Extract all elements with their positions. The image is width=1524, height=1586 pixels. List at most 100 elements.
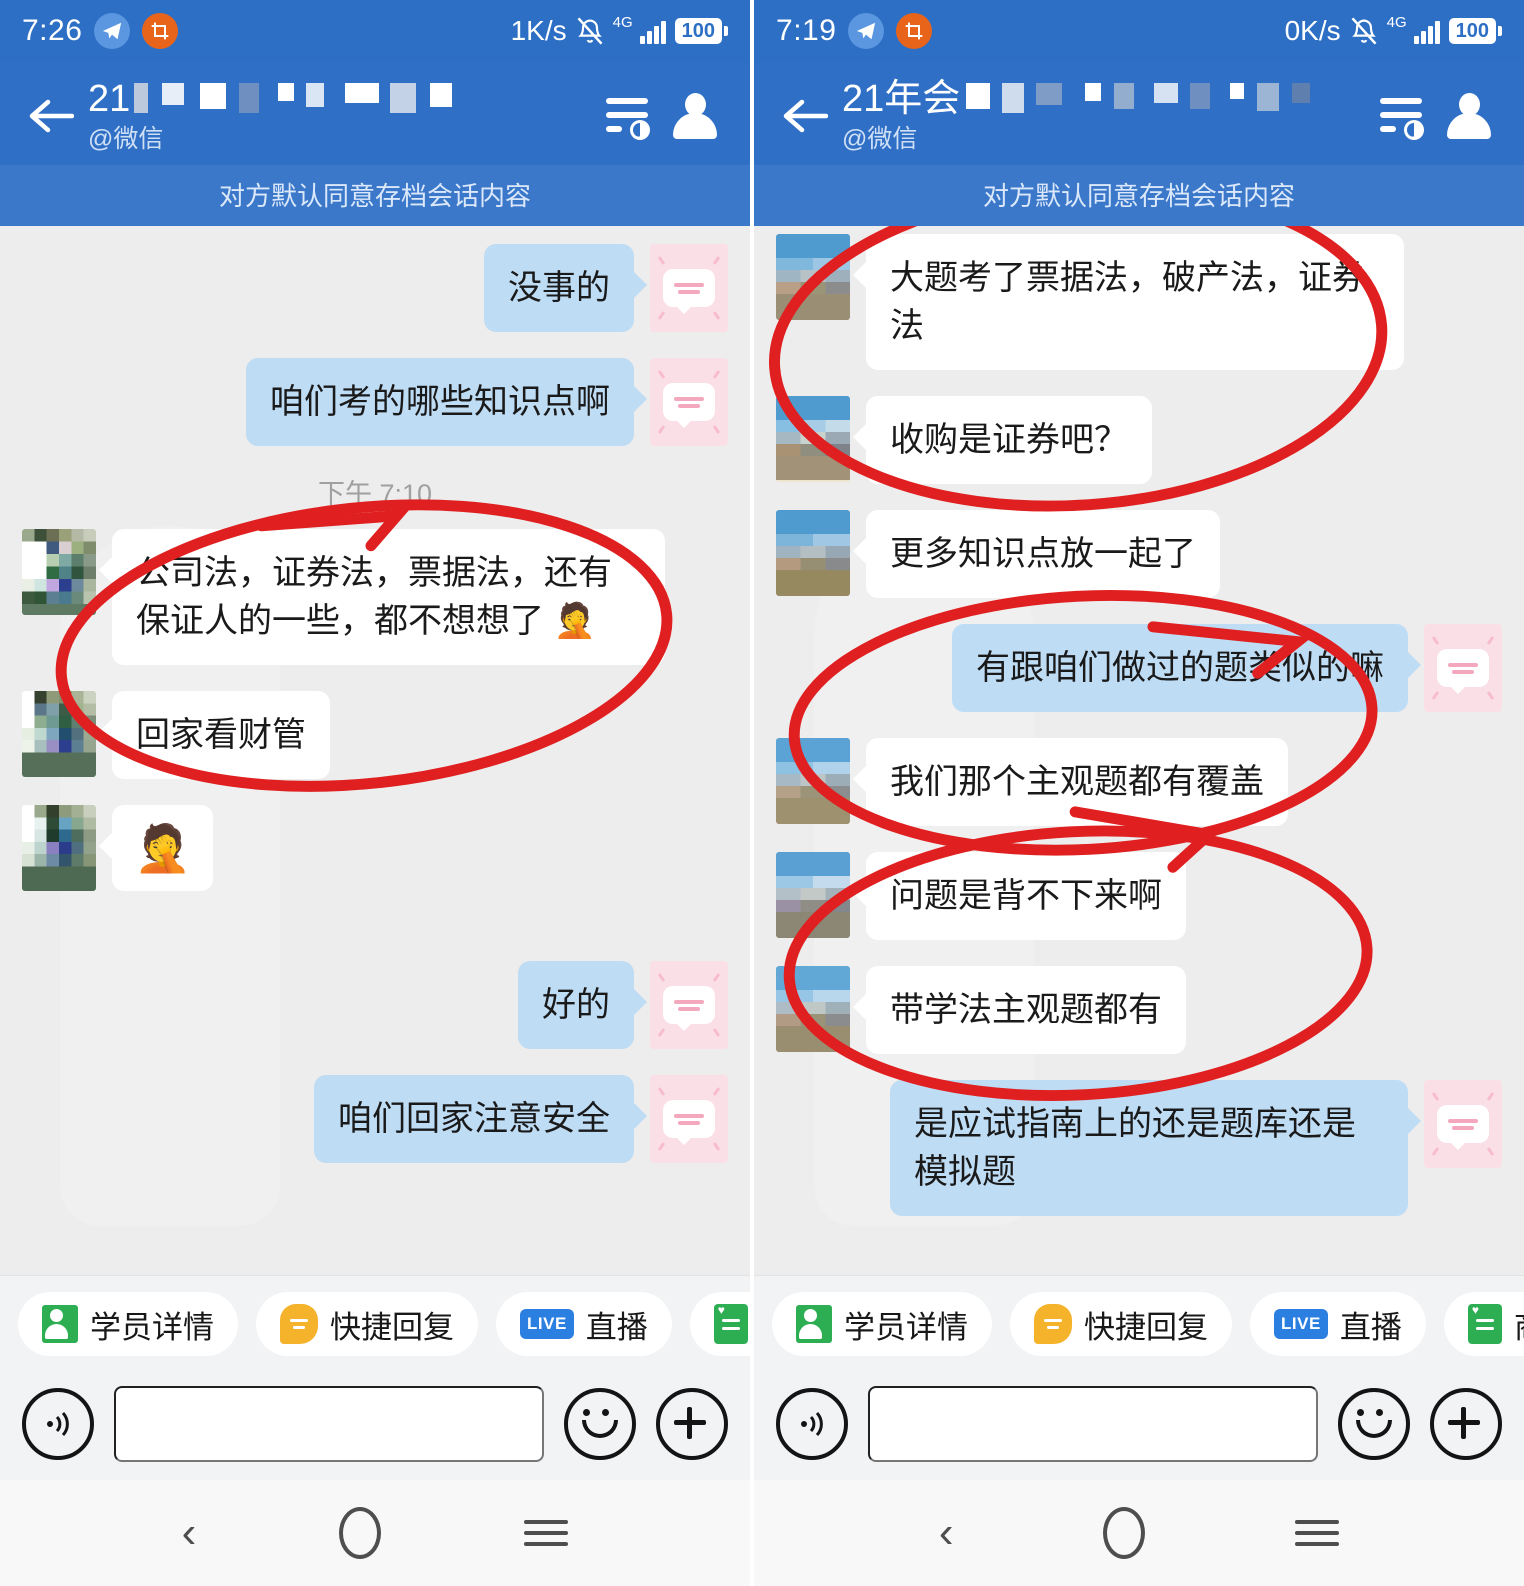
message-bubble-outgoing[interactable]: 咱们考的哪些知识点啊: [246, 358, 648, 446]
avatar: [650, 358, 729, 446]
avatar[interactable]: [22, 529, 96, 615]
system-nav-bar-left: ‹: [0, 1480, 751, 1586]
page-title-text: 21: [88, 78, 131, 120]
quick-action-student-details[interactable]: 学员详情: [772, 1292, 993, 1356]
message-input[interactable]: [868, 1386, 1318, 1462]
emoji-button[interactable]: [1338, 1388, 1410, 1460]
message-bubble-incoming[interactable]: 我们那个主观题都有覆盖: [853, 738, 1289, 826]
quick-action-live[interactable]: LIVE 直播: [496, 1292, 672, 1356]
message-bubble-incoming[interactable]: 问题是背不下来啊: [853, 852, 1187, 940]
message-bubble-outgoing[interactable]: 咱们回家注意安全: [314, 1075, 648, 1163]
timestamp-divider: 下午 7:10: [317, 479, 433, 509]
quick-action-live[interactable]: LIVE 直播: [1250, 1292, 1426, 1356]
message-bubble-incoming[interactable]: 收购是证券吧？: [853, 396, 1153, 484]
avatar[interactable]: [776, 966, 851, 1052]
avatar: [1424, 1080, 1502, 1168]
back-button[interactable]: [776, 96, 834, 136]
emoji-button[interactable]: [564, 1388, 637, 1460]
app-header-left: 21 @微信: [0, 62, 751, 165]
message-row: 咱们考的哪些知识点啊: [22, 358, 729, 446]
filter-settings-button[interactable]: [596, 95, 662, 140]
avatar[interactable]: [776, 852, 851, 938]
live-icon: LIVE: [520, 1309, 574, 1339]
message-row: 大题考了票据法，破产法，证券法: [776, 234, 1502, 370]
message-bubble-outgoing[interactable]: 好的: [518, 961, 648, 1049]
message-input[interactable]: [114, 1386, 545, 1462]
telegram-icon: [848, 13, 885, 49]
quick-action-label: 快捷回复: [1084, 1309, 1209, 1345]
voice-input-button[interactable]: [22, 1388, 94, 1460]
quick-reply-icon: [1034, 1304, 1073, 1344]
message-bubble-incoming[interactable]: 大题考了票据法，破产法，证券法: [853, 234, 1405, 370]
nav-recents-icon[interactable]: [524, 1520, 569, 1546]
avatar[interactable]: [22, 805, 96, 891]
avatar[interactable]: [776, 738, 851, 824]
message-bubble-incoming[interactable]: 🤦: [98, 805, 214, 891]
quick-action-product-catalog[interactable]: 商品图册: [1443, 1292, 1524, 1356]
contact-profile-button[interactable]: [662, 92, 728, 139]
page-title: 21: [88, 76, 596, 122]
quick-actions-left: 学员详情 快捷回复 LIVE 直播 商品图册: [0, 1275, 751, 1370]
page-title-text: 21年会: [842, 78, 961, 120]
avatar[interactable]: [776, 510, 851, 596]
page-subtitle: @微信: [88, 125, 164, 153]
message-row: 好的: [22, 961, 729, 1049]
filter-settings-button[interactable]: [1370, 95, 1436, 140]
input-bar-left: [0, 1370, 751, 1480]
avatar[interactable]: [776, 396, 851, 482]
settings-sliders-icon: [606, 95, 652, 140]
nav-back-icon[interactable]: ‹: [182, 1511, 197, 1555]
add-attachment-button[interactable]: [656, 1388, 729, 1460]
message-bubble-incoming[interactable]: 公司法，证券法，票据法，还有保证人的一些，都不想想了 🤦: [99, 529, 665, 665]
quick-action-product-catalog[interactable]: 商品图册: [689, 1292, 751, 1356]
message-list-right: 大题考了票据法，破产法，证券法 收购是证券吧？ 更多知识点放一起了 有跟咱们做过…: [754, 226, 1524, 1252]
nav-recents-icon[interactable]: [1295, 1520, 1340, 1546]
message-row: 有跟咱们做过的题类似的嘛: [776, 624, 1502, 712]
contact-profile-button[interactable]: [1436, 92, 1502, 139]
page-title: 21年会: [842, 76, 1370, 122]
network-type: 4G: [612, 14, 633, 31]
avatar[interactable]: [22, 691, 96, 777]
message-row: 更多知识点放一起了: [776, 510, 1502, 598]
right-chat-screen: 7:19 0K/s 4G 100 21年会 @微信 对方默认同意存档会话内容 大…: [750, 0, 1524, 1586]
quick-actions-right: 学员详情 快捷回复 LIVE 直播 商品图册: [754, 1275, 1524, 1370]
redacted-title-blocks: [134, 83, 452, 123]
voice-input-button[interactable]: [776, 1388, 849, 1460]
settings-sliders-icon: [1380, 95, 1426, 140]
message-bubble-outgoing[interactable]: 是应试指南上的还是题库还是模拟题: [890, 1080, 1421, 1216]
avatar: [650, 961, 729, 1049]
message-row: 🤦: [22, 805, 728, 891]
quick-action-quick-reply[interactable]: 快捷回复: [1010, 1292, 1233, 1356]
signal-icon: [1413, 18, 1440, 44]
quick-action-label: 学员详情: [90, 1309, 214, 1345]
battery-level: 100: [1448, 18, 1496, 44]
quick-action-student-details[interactable]: 学员详情: [18, 1292, 238, 1356]
signal-icon: [639, 18, 666, 44]
back-button[interactable]: [22, 96, 80, 136]
avatar[interactable]: [776, 234, 851, 320]
product-catalog-icon: [713, 1303, 748, 1344]
chat-body-right[interactable]: 大题考了票据法，破产法，证券法 收购是证券吧？ 更多知识点放一起了 有跟咱们做过…: [754, 226, 1524, 1275]
message-bubble-incoming[interactable]: 更多知识点放一起了: [853, 510, 1221, 598]
message-row: 我们那个主观题都有覆盖: [776, 738, 1502, 826]
crop-icon: [142, 13, 179, 49]
nav-home-icon[interactable]: [1103, 1507, 1146, 1559]
nav-back-icon[interactable]: ‹: [939, 1511, 954, 1555]
dual-screenshot-container: 7:26 1K/s 4G 100 21 @微信 对方默认同意存档会话内容 没事的…: [0, 0, 1524, 1586]
message-bubble-outgoing[interactable]: 有跟咱们做过的题类似的嘛: [952, 624, 1421, 712]
message-bubble-incoming[interactable]: 带学法主观题都有: [853, 966, 1187, 1054]
page-subtitle: @微信: [842, 125, 918, 153]
status-time: 7:26: [22, 14, 83, 47]
message-bubble-outgoing[interactable]: 没事的: [484, 244, 648, 332]
nav-home-icon[interactable]: [339, 1507, 382, 1559]
message-bubble-incoming[interactable]: 回家看财管: [99, 691, 330, 779]
battery-level: 100: [674, 18, 723, 44]
chat-body-left[interactable]: 没事的 咱们考的哪些知识点啊 下午 7:10 公司法，证券法，票据法，还有保证人…: [0, 226, 751, 1275]
add-attachment-button[interactable]: [1430, 1388, 1502, 1460]
status-time: 7:19: [776, 14, 837, 47]
message-row: 是应试指南上的还是题库还是模拟题: [776, 1080, 1502, 1216]
quick-action-quick-reply[interactable]: 快捷回复: [256, 1292, 478, 1356]
network-speed: 1K/s: [510, 15, 567, 46]
message-row: 收购是证券吧？: [776, 396, 1502, 484]
network-type: 4G: [1386, 14, 1407, 31]
